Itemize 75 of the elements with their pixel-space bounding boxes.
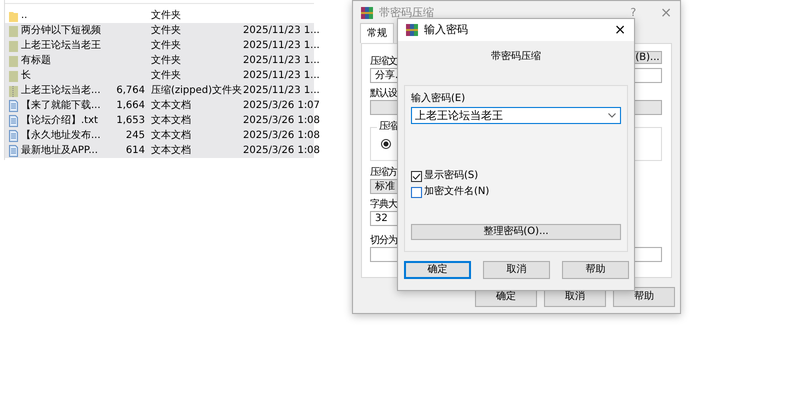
dialog-button[interactable]: 确定 <box>404 261 471 279</box>
password-value: 上老王论坛当老王 <box>415 108 503 123</box>
file-name: 长 <box>21 68 32 83</box>
field-label: 压缩文 <box>370 56 397 68</box>
radio-button[interactable] <box>381 139 391 149</box>
field-label: 压缩方 <box>370 167 398 179</box>
document-icon <box>9 144 18 156</box>
dialog-title: 输入密码 <box>424 22 468 38</box>
checkbox[interactable] <box>411 170 422 182</box>
file-size: 245 <box>124 129 145 143</box>
file-name: 有标题 <box>21 54 52 68</box>
dropdown-icon <box>608 113 616 118</box>
file-name: 上老王论坛当老... <box>21 84 102 98</box>
file-type: 压缩(zipped)文件夹 <box>150 84 243 98</box>
file-type: 文件夹 <box>150 68 182 83</box>
checkbox-label: 加密文件名(N) <box>424 186 490 198</box>
folder-icon <box>9 10 18 22</box>
file-name: 【永久地址发布... <box>21 128 102 143</box>
dialog-button[interactable]: 取消 <box>483 261 550 279</box>
document-icon <box>9 114 18 126</box>
file-size: 1,653 <box>115 114 145 128</box>
file-type: 文本文档 <box>150 144 192 158</box>
file-type: 文本文档 <box>150 114 192 128</box>
checkbox-label: 显示密码(S) <box>424 170 478 182</box>
field-label: 切分为 <box>370 235 398 247</box>
file-type: 文件夹 <box>150 38 182 53</box>
file-date: 2025/11/23 1... <box>243 39 321 53</box>
file-size: 1,664 <box>115 99 145 113</box>
file-type: 文本文档 <box>150 128 192 143</box>
file-date: 2025/3/26 1:07 <box>243 99 321 113</box>
folder-icon <box>9 70 18 82</box>
file-type: 文本文档 <box>150 98 192 113</box>
tab[interactable]: 常规 <box>360 23 394 43</box>
field-label: 字典大 <box>370 199 398 211</box>
file-name: 最新地址及APP... <box>21 144 99 158</box>
file-date: 2025/11/23 1... <box>243 24 321 38</box>
archive-app-icon <box>406 24 418 36</box>
field-label: 输入密码(E) <box>411 93 466 105</box>
dialog-heading: 带密码压缩 <box>490 51 542 63</box>
dialog-button[interactable]: 帮助 <box>562 261 629 279</box>
file-size: 6,764 <box>115 84 145 98</box>
method-dropdown[interactable]: 标准 <box>370 179 398 194</box>
dialog-button[interactable]: 帮助 <box>613 287 675 307</box>
file-date: 2025/11/23 1... <box>243 84 321 98</box>
organize-button[interactable]: 整理密码(O)... <box>411 224 621 240</box>
file-type: 文件夹 <box>150 24 182 38</box>
browse-button[interactable]: (B)... <box>634 51 662 64</box>
folder-icon <box>9 40 18 52</box>
file-date: 2025/11/23 1... <box>243 54 321 68</box>
file-name: 【论坛介绍】.txt <box>21 114 99 128</box>
file-row[interactable]: .. 文件夹 <box>5 8 314 23</box>
zip-folder-icon <box>9 84 18 96</box>
dictionary-field[interactable]: 32 <box>370 211 398 226</box>
document-icon <box>9 130 18 142</box>
close-button[interactable]: × <box>614 20 626 40</box>
file-name: 【来了就能下载... <box>21 98 102 113</box>
file-name: 两分钟以下短视频 <box>21 24 102 38</box>
checkbox[interactable] <box>411 186 422 198</box>
file-type: 文件夹 <box>150 8 182 23</box>
file-date: 2025/3/26 1:08 <box>243 114 321 128</box>
file-type: 文件夹 <box>150 54 182 68</box>
file-date: 2025/11/23 1... <box>243 69 321 83</box>
file-date: 2025/3/26 1:08 <box>243 144 321 158</box>
folder-icon <box>9 24 18 36</box>
field-label: 默认设 <box>370 88 398 100</box>
file-name: 上老王论坛当老王 <box>21 38 102 53</box>
folder-icon <box>9 54 18 66</box>
archive-app-icon <box>361 7 373 19</box>
group-label: 压缩 <box>377 121 399 133</box>
file-name: .. <box>21 9 28 23</box>
file-date: 2025/3/26 1:08 <box>243 129 321 143</box>
file-size: 614 <box>124 144 145 158</box>
password-combobox[interactable]: 上老王论坛当老王 <box>411 107 621 124</box>
document-icon <box>9 100 18 112</box>
dialog-title: 带密码压缩 <box>379 4 434 21</box>
